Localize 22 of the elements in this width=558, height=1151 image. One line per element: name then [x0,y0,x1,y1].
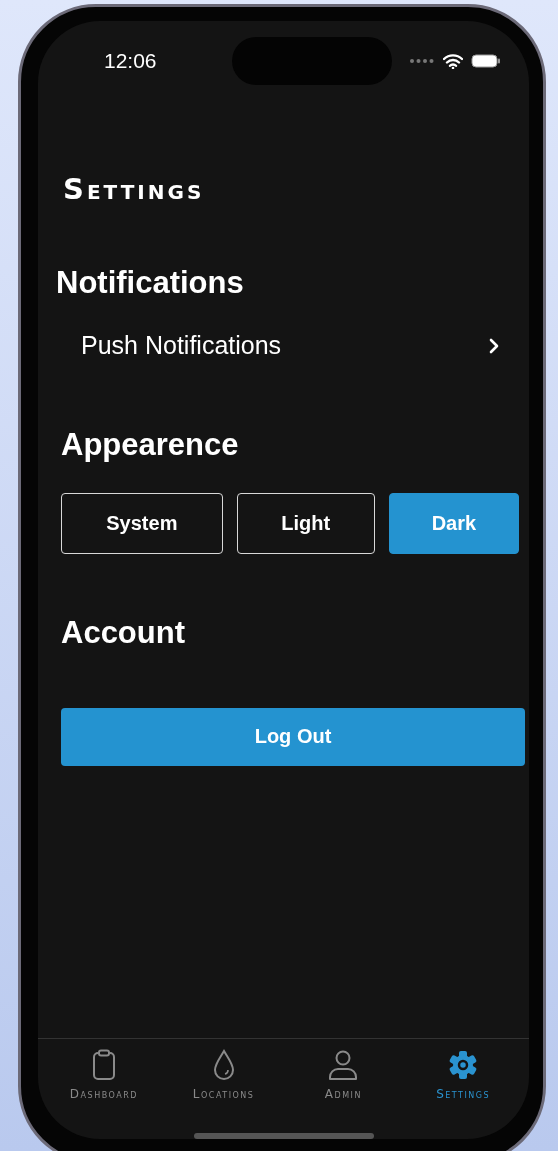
wifi-icon [443,53,463,69]
signal-dots-icon [409,58,435,64]
tab-item[interactable]: Admin [283,1049,404,1127]
log-out-button[interactable]: Log Out [61,707,525,766]
theme-option-button[interactable]: Light [236,493,375,555]
page-title: Settings [63,175,206,204]
section-heading: Notifications [56,264,245,302]
person-icon [328,1049,359,1081]
status-time: 12:06 [104,49,158,73]
theme-option-button[interactable]: Dark [388,493,519,555]
theme-option-button[interactable]: System [61,493,223,555]
battery-icon [471,54,501,68]
clipboard-icon [91,1049,116,1081]
section-heading: Appearence [61,426,240,464]
chevron-icon [489,337,499,354]
tab-item[interactable]: Locations [163,1049,284,1127]
tab-item[interactable]: Settings [403,1049,523,1127]
water-drop-icon [211,1049,236,1081]
gear-icon [448,1049,479,1081]
section-heading: Account [61,614,186,652]
tab-item[interactable]: Dashboard [44,1049,164,1127]
push-notifications-row[interactable]: Push Notifications [61,331,519,361]
